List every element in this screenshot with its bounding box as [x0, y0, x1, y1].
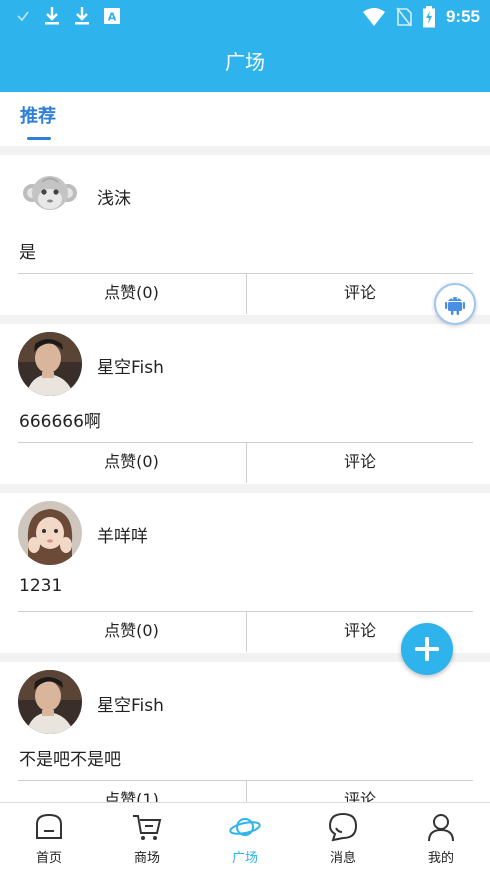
- post-username[interactable]: 星空Fish: [97, 353, 164, 378]
- nav-label: 消息: [329, 851, 356, 866]
- post-content: 不是吧不是吧: [19, 750, 121, 770]
- nav-item-mall[interactable]: 商场: [98, 803, 196, 871]
- nav-label: 商场: [133, 851, 160, 866]
- girl-photo-avatar[interactable]: [18, 501, 82, 565]
- wifi-icon: [362, 8, 385, 26]
- post-username[interactable]: 浅沫: [97, 184, 131, 209]
- nav-item-home[interactable]: 首页: [0, 803, 98, 871]
- like-button[interactable]: 点赞(0): [18, 443, 245, 483]
- post-card: 星空Fish 666666啊 点赞(0) 评论: [0, 324, 490, 484]
- nav-item-square[interactable]: 广场: [196, 803, 294, 871]
- like-label: 点赞(0): [104, 621, 159, 640]
- add-post-button[interactable]: [401, 623, 453, 675]
- nav-item-messages[interactable]: 消息: [294, 803, 392, 871]
- download-icon: [75, 7, 89, 25]
- status-bar: A 9:55: [0, 0, 490, 32]
- nav-label: 首页: [35, 851, 62, 866]
- tab-recommend[interactable]: 推荐: [20, 102, 56, 128]
- comment-label: 评论: [343, 621, 376, 640]
- post-card: 星空Fish 不是吧不是吧 点赞(1) 评论: [0, 662, 490, 822]
- comment-label: 评论: [343, 283, 376, 302]
- post-card: 浅沫 是 点赞(0) 评论: [0, 155, 490, 315]
- download-icon: [45, 7, 59, 25]
- status-time: 9:55: [445, 7, 480, 26]
- post-username[interactable]: 星空Fish: [97, 691, 164, 716]
- app-bar: 广场: [0, 32, 490, 92]
- like-label: 点赞(0): [104, 283, 159, 302]
- home-icon: [36, 813, 62, 839]
- android-float-button[interactable]: [434, 283, 476, 325]
- cart-icon: [133, 815, 162, 840]
- chat-icon: [328, 812, 358, 842]
- check-icon: [17, 11, 29, 22]
- a-icon: A: [104, 8, 120, 24]
- monkey-avatar[interactable]: [18, 163, 82, 227]
- person-icon: [428, 814, 454, 842]
- plus-icon: [415, 637, 439, 661]
- post-content: 是: [19, 243, 36, 263]
- nav-label: 我的: [427, 851, 454, 866]
- bottom-nav: 首页 商场 广场 消息 我的: [0, 802, 490, 871]
- svg-text:A: A: [108, 11, 117, 24]
- post-actions: 点赞(0) 评论: [18, 442, 473, 483]
- no-sim-icon: [396, 7, 412, 27]
- post-username[interactable]: 羊咩咩: [97, 522, 148, 547]
- battery-charging-icon: [422, 6, 435, 28]
- planet-icon: [229, 818, 261, 836]
- man-photo-avatar[interactable]: [18, 332, 82, 396]
- like-button[interactable]: 点赞(0): [18, 274, 245, 314]
- tab-bar: 推荐: [0, 92, 490, 146]
- comment-button[interactable]: 评论: [246, 443, 473, 483]
- comment-label: 评论: [343, 452, 376, 471]
- man-photo-avatar[interactable]: [18, 670, 82, 734]
- android-icon: [445, 297, 465, 315]
- like-button[interactable]: 点赞(0): [18, 612, 245, 652]
- nav-label: 广场: [231, 851, 258, 866]
- post-content: 1231: [19, 576, 63, 596]
- tab-indicator: [27, 137, 51, 140]
- post-content: 666666啊: [19, 412, 101, 432]
- page-title: 广场: [225, 50, 265, 74]
- post-actions: 点赞(0) 评论: [18, 273, 473, 314]
- nav-item-profile[interactable]: 我的: [392, 803, 490, 871]
- like-label: 点赞(0): [104, 452, 159, 471]
